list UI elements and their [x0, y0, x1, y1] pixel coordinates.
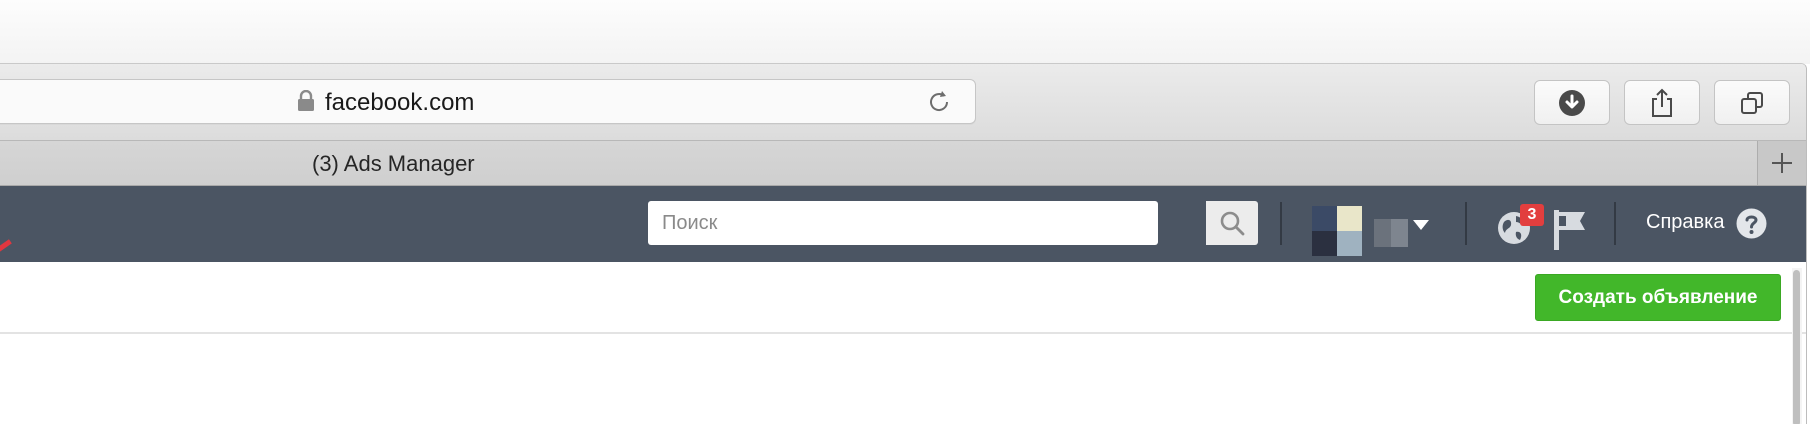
tab-bar: (3) Ads Manager	[0, 141, 1806, 186]
search-icon	[1220, 211, 1245, 236]
chevron-down-icon[interactable]	[1411, 218, 1431, 232]
desktop-background	[0, 0, 1810, 64]
browser-window: facebook.com (3) Ads Manager Поиск 3 Спр…	[0, 63, 1807, 424]
red-logo-fragment	[0, 239, 12, 254]
create-ad-button[interactable]: Создать объявление	[1535, 274, 1781, 321]
share-icon	[1652, 88, 1672, 117]
header-divider	[1465, 202, 1467, 245]
tabs-overview-icon	[1741, 91, 1763, 114]
url-text[interactable]: facebook.com	[325, 89, 474, 117]
header-divider	[1614, 202, 1616, 245]
new-tab-button[interactable]	[1757, 141, 1806, 185]
download-icon	[1559, 89, 1585, 116]
tab-ads-manager[interactable]: (3) Ads Manager	[312, 151, 475, 177]
help-link[interactable]: Справка	[1646, 211, 1724, 234]
search-box	[648, 201, 1158, 245]
ads-toolbar: Создать объявление	[0, 262, 1806, 334]
lock-icon	[298, 90, 314, 111]
share-button[interactable]	[1624, 80, 1700, 125]
reload-icon[interactable]	[925, 88, 953, 116]
facebook-header: 3 Справка	[0, 186, 1806, 262]
help-icon[interactable]	[1736, 208, 1767, 239]
account-name-redacted[interactable]	[1374, 219, 1408, 247]
tabs-overview-button[interactable]	[1714, 80, 1790, 125]
search-input[interactable]	[648, 201, 1158, 245]
plus-icon	[1772, 153, 1792, 173]
scrollbar-thumb[interactable]	[1793, 270, 1800, 424]
address-bar[interactable]: facebook.com	[0, 79, 976, 124]
downloads-button[interactable]	[1534, 80, 1610, 125]
notification-badge: 3	[1520, 204, 1544, 226]
browser-toolbar: facebook.com	[0, 64, 1806, 141]
header-divider	[1280, 202, 1282, 245]
search-button[interactable]	[1206, 201, 1258, 245]
flag-icon[interactable]	[1552, 208, 1588, 250]
avatar[interactable]	[1312, 206, 1362, 256]
